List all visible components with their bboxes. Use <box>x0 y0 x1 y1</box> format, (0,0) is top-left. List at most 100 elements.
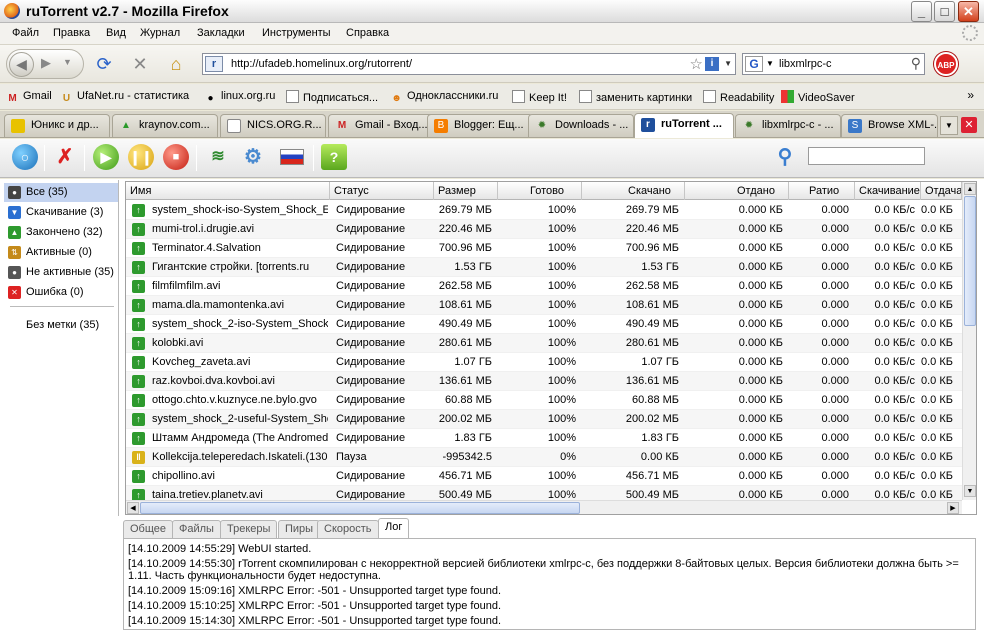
tab-speed[interactable]: Скорость <box>317 520 379 538</box>
bookmark-readability[interactable]: Readability <box>703 90 774 104</box>
url-dropdown-icon[interactable]: ▼ <box>724 59 732 68</box>
bookmark-ufanet[interactable]: U UfaNet.ru - статистика <box>60 90 189 105</box>
category-downloading[interactable]: ▼ Скачивание (3) <box>4 203 118 222</box>
page-info-icon[interactable]: i <box>705 57 719 71</box>
column-done[interactable]: Готово <box>498 182 582 200</box>
address-bar[interactable]: r http://ufadeb.homelinux.org/rutorrent/… <box>202 53 736 75</box>
vertical-scrollbar[interactable]: ▲ ▼ <box>962 182 976 500</box>
engine-dropdown-icon[interactable]: ▼ <box>766 59 774 68</box>
search-query[interactable]: libxmlrpc-c <box>779 58 832 70</box>
scroll-down-icon[interactable]: ▼ <box>964 485 976 497</box>
vertical-scroll-thumb[interactable] <box>964 196 976 326</box>
tab-general[interactable]: Общее <box>123 520 174 538</box>
bookmark-linux-org-ru[interactable]: ● linux.org.ru <box>204 90 275 105</box>
adblock-plus-icon[interactable]: ABP <box>934 52 958 76</box>
bookmarks-overflow-button[interactable]: » <box>967 88 974 102</box>
table-row[interactable]: ↑ Terminator.4.Salvation Сидирование 700.96… <box>126 239 962 258</box>
forward-button[interactable]: ▶ <box>41 55 51 71</box>
bookmark-gmail[interactable]: M Gmail <box>6 90 51 105</box>
scroll-right-icon[interactable]: ▶ <box>947 502 959 514</box>
column-upload-speed[interactable]: Отдача <box>921 182 962 200</box>
google-engine-icon[interactable]: G <box>745 56 763 72</box>
category-finished[interactable]: ▲ Закончено (32) <box>4 223 118 242</box>
bookmark-replace-images[interactable]: заменить картинки <box>579 90 692 104</box>
label-none[interactable]: Без метки (35) <box>4 316 118 335</box>
column-name[interactable]: Имя <box>126 182 330 200</box>
menu-help[interactable]: Справка <box>346 27 389 39</box>
close-tab-icon[interactable]: ✕ <box>961 117 977 133</box>
column-ratio[interactable]: Ратио <box>789 182 855 200</box>
tab-nics[interactable]: NICS.ORG.R... <box>220 114 326 137</box>
table-row[interactable]: ↑ taina.tretiev.planetv.avi Сидирование 500… <box>126 486 962 500</box>
tab-gmail[interactable]: M Gmail - Вход... <box>328 114 434 137</box>
column-size[interactable]: Размер <box>434 182 498 200</box>
tab-downloads[interactable]: ✹ Downloads - ... <box>528 114 634 137</box>
table-row[interactable]: ↑ ottogo.chto.v.kuznyce.ne.bylo.gvo Сидиро… <box>126 391 962 410</box>
home-icon[interactable]: ⌂ <box>164 50 188 78</box>
column-downloaded[interactable]: Скачано <box>582 182 685 200</box>
tab-browse-xml[interactable]: S Browse XML-... <box>841 114 938 137</box>
menu-view[interactable]: Вид <box>106 27 126 39</box>
category-all[interactable]: ● Все (35) <box>4 183 118 202</box>
tab-blogger[interactable]: B Blogger: Ещ... <box>427 114 533 137</box>
table-row[interactable]: ↑ system_shock_2-useful-System_Sho Сидиров… <box>126 410 962 429</box>
add-torrent-globe-icon[interactable]: ○ <box>12 144 38 170</box>
table-row[interactable]: ↑ mama.dla.mamontenka.avi Сидирование 108.6… <box>126 296 962 315</box>
category-active[interactable]: ⇅ Активные (0) <box>4 243 118 262</box>
scroll-left-icon[interactable]: ◀ <box>127 502 139 514</box>
maximize-button[interactable]: □ <box>934 1 955 22</box>
table-row[interactable]: ↑ Kovcheg_zaveta.avi Сидирование 1.07 ГБ 100… <box>126 353 962 372</box>
torrent-search-input[interactable] <box>808 147 925 165</box>
table-row[interactable]: ↑ kolobki.avi Сидирование 280.61 МБ 100% 280.… <box>126 334 962 353</box>
table-row[interactable]: ↑ system_shock_2-iso-System_Shock_ Сидиров… <box>126 315 962 334</box>
close-button[interactable]: ✕ <box>958 1 979 22</box>
table-row[interactable]: ↑ mumi-trol.i.drugie.avi Сидирование 220.46… <box>126 220 962 239</box>
menu-bookmarks[interactable]: Закладки <box>197 27 245 39</box>
tab-list-dropdown-icon[interactable]: ▼ <box>940 116 958 135</box>
category-error[interactable]: ✕ Ошибка (0) <box>4 283 118 302</box>
column-status[interactable]: Статус <box>330 182 434 200</box>
bookmark-odnoklassniki[interactable]: ☻ Одноклассники.ru <box>390 90 498 105</box>
tab-peers[interactable]: Пиры <box>278 520 321 538</box>
bookmark-keep-it[interactable]: Keep It! <box>512 90 567 104</box>
stop-torrent-icon[interactable]: ■ <box>163 144 189 170</box>
table-row[interactable]: ‖ Kollekcija.teleperedach.Iskateli.(130 Па… <box>126 448 962 467</box>
help-icon[interactable]: ? <box>321 144 347 170</box>
search-magnifier-icon[interactable]: ⚲ <box>772 144 798 170</box>
table-row[interactable]: ↑ Гигантские стройки. [torrents.ru Сидиров… <box>126 258 962 277</box>
table-row[interactable]: ↑ raz.kovboi.dva.kovboi.avi Сидирование 136… <box>126 372 962 391</box>
tab-trackers[interactable]: Трекеры <box>220 520 278 538</box>
settings-gear-icon[interactable]: ⚙ <box>240 144 266 170</box>
search-bar[interactable]: G ▼ libxmlrpc-c ⚲ <box>742 53 925 75</box>
tab-unix[interactable]: Юникс и др... <box>4 114 110 137</box>
column-download-speed[interactable]: Скачивание <box>855 182 921 200</box>
tab-rutorrent[interactable]: r ruTorrent ... <box>634 113 734 138</box>
back-button[interactable]: ◀ <box>9 52 34 77</box>
table-row[interactable]: ↑ filmfilmfilm.avi Сидирование 262.58 МБ 100… <box>126 277 962 296</box>
stop-icon[interactable]: ✕ <box>128 50 152 78</box>
russian-flag-icon[interactable] <box>280 149 304 165</box>
start-icon[interactable]: ▶ <box>93 144 119 170</box>
table-row[interactable]: ↑ Штамм Андромеда (The Andromed Сидировани… <box>126 429 962 448</box>
table-row[interactable]: ↑ chipollino.avi Сидирование 456.71 МБ 100% 4… <box>126 467 962 486</box>
tab-files[interactable]: Файлы <box>172 520 221 538</box>
column-uploaded[interactable]: Отдано <box>685 182 789 200</box>
horizontal-scroll-thumb[interactable] <box>140 502 580 514</box>
search-icon[interactable]: ⚲ <box>911 55 921 72</box>
bookmark-videosaver[interactable]: VideoSaver <box>781 90 855 104</box>
menu-tools[interactable]: Инструменты <box>262 27 331 39</box>
rss-icon[interactable]: ≋ <box>205 144 231 170</box>
scroll-up-icon[interactable]: ▲ <box>964 183 976 195</box>
remove-torrent-icon[interactable]: ✗ <box>52 144 78 170</box>
pause-icon[interactable]: ❙❙ <box>128 144 154 170</box>
reload-icon[interactable]: ⟳ <box>92 50 116 78</box>
menu-file[interactable]: Файл <box>12 27 39 39</box>
tab-log[interactable]: Лог <box>378 518 410 538</box>
tab-kraynov[interactable]: ▲ kraynov.com... <box>112 114 218 137</box>
menu-edit[interactable]: Правка <box>53 27 90 39</box>
table-row[interactable]: ↑ system_shock-iso-System_Shock_Er Сидиров… <box>126 201 962 220</box>
history-dropdown-icon[interactable]: ▼ <box>63 57 72 67</box>
address-url[interactable]: http://ufadeb.homelinux.org/rutorrent/ <box>231 58 412 70</box>
menu-history[interactable]: Журнал <box>140 27 180 39</box>
site-favicon-icon[interactable]: r <box>205 56 223 72</box>
